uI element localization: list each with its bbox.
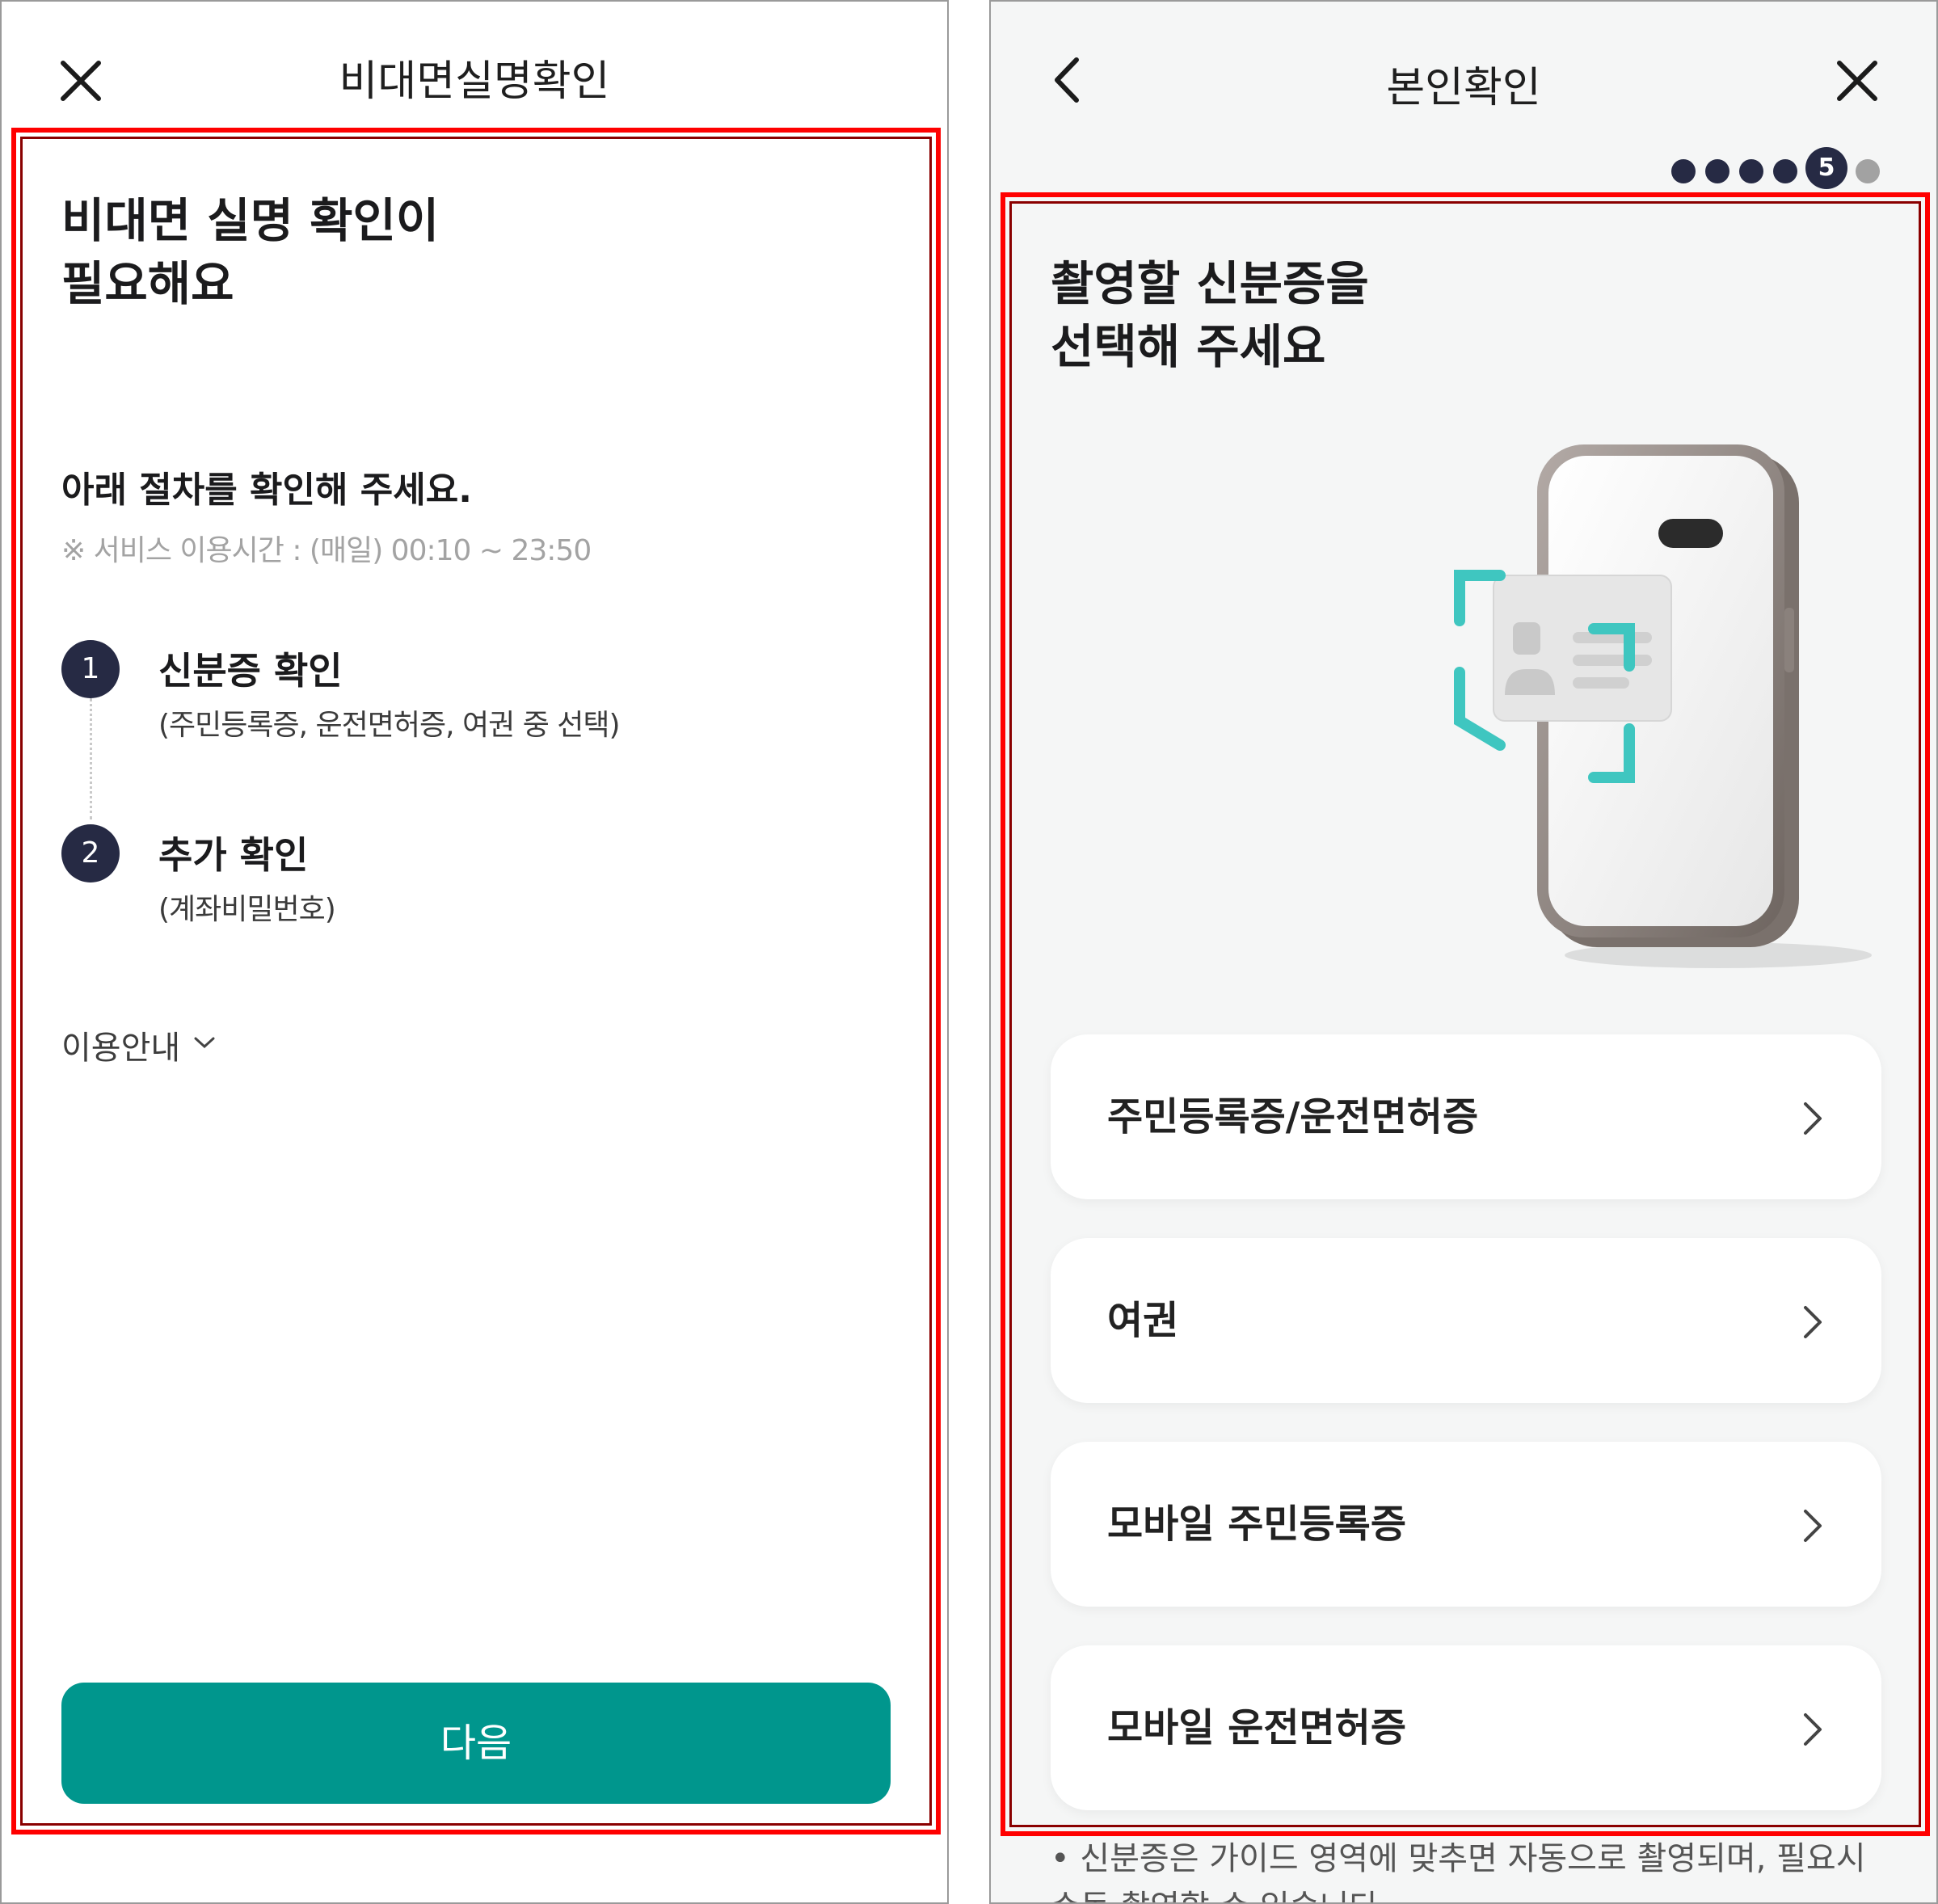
highlight-frame	[11, 128, 941, 1834]
option-passport[interactable]: 여권	[1051, 1238, 1881, 1403]
headline-line-1: 비대면 실명 확인이	[61, 193, 440, 248]
step-1-title: 신분증 확인	[158, 649, 343, 693]
step-2-badge: 2	[61, 824, 120, 882]
option-label: 모바일 주민등록증	[1107, 1502, 1406, 1547]
chevron-right-icon	[1804, 1713, 1822, 1746]
option-label: 모바일 운전면허증	[1107, 1705, 1406, 1750]
progress-dot	[1705, 159, 1729, 183]
step-2-desc: (계좌비밀번호)	[158, 893, 336, 926]
chevron-down-icon[interactable]	[192, 1034, 217, 1051]
service-hours: ※ 서비스 이용시간 : (매일) 00:10 ~ 23:50	[61, 534, 592, 567]
progress-dots: 5	[991, 147, 1936, 189]
option-id-card-driver-license[interactable]: 주민등록증/운전면허증	[1051, 1034, 1881, 1199]
chevron-right-icon	[1804, 1510, 1822, 1542]
option-label: 여권	[1107, 1298, 1179, 1343]
page-title: 비대면실명확인	[339, 57, 610, 106]
footnote: • 신분증은 가이드 영역에 맞추면 자동으로 촬영되며, 필요시 수동 촬영할…	[1051, 1834, 1866, 1902]
headline-line-1: 촬영할 신분증을	[1051, 256, 1369, 311]
option-label: 주민등록증/운전면허증	[1107, 1094, 1479, 1139]
progress-dot-inactive	[1856, 159, 1880, 183]
close-icon[interactable]	[1833, 57, 1881, 105]
progress-dot	[1773, 159, 1797, 183]
phone-id-scan-illustration	[1454, 444, 1872, 968]
step-2-title: 추가 확인	[158, 833, 309, 877]
usage-guide-toggle[interactable]: 이용안내	[61, 1022, 180, 1068]
footnote-line-2: 수동 촬영할 수 있습니다	[1051, 1883, 1866, 1902]
step-1-desc: (주민등록증, 운전면허증, 여권 중 선택)	[158, 709, 621, 742]
step-1-badge: 1	[61, 640, 120, 698]
next-button[interactable]: 다음	[61, 1683, 891, 1804]
footnote-line-1: • 신분증은 가이드 영역에 맞추면 자동으로 촬영되며, 필요시	[1051, 1840, 1866, 1877]
headline-line-2: 선택해 주세요	[1051, 319, 1326, 374]
chevron-right-icon	[1804, 1306, 1822, 1338]
progress-dot	[1739, 159, 1763, 183]
page-title: 본인확인	[1386, 64, 1541, 112]
procedure-title: 아래 절차를 확인해 주세요.	[61, 470, 472, 511]
option-mobile-driver-license[interactable]: 모바일 운전면허증	[1051, 1645, 1881, 1810]
chevron-right-icon	[1804, 1102, 1822, 1135]
headline-line-2: 필요해요	[61, 256, 234, 311]
right-screen: 본인확인 5 촬영할 신분증을 선택해 주세요 주민등록증/운전면허증 여권 모…	[989, 0, 1938, 1904]
progress-current-step: 5	[1805, 147, 1847, 189]
option-mobile-id-card[interactable]: 모바일 주민등록증	[1051, 1442, 1881, 1607]
step-connector	[90, 698, 92, 819]
progress-dot	[1671, 159, 1696, 183]
left-screen: 비대면실명확인 비대면 실명 확인이 필요해요 아래 절차를 확인해 주세요. …	[0, 0, 949, 1904]
